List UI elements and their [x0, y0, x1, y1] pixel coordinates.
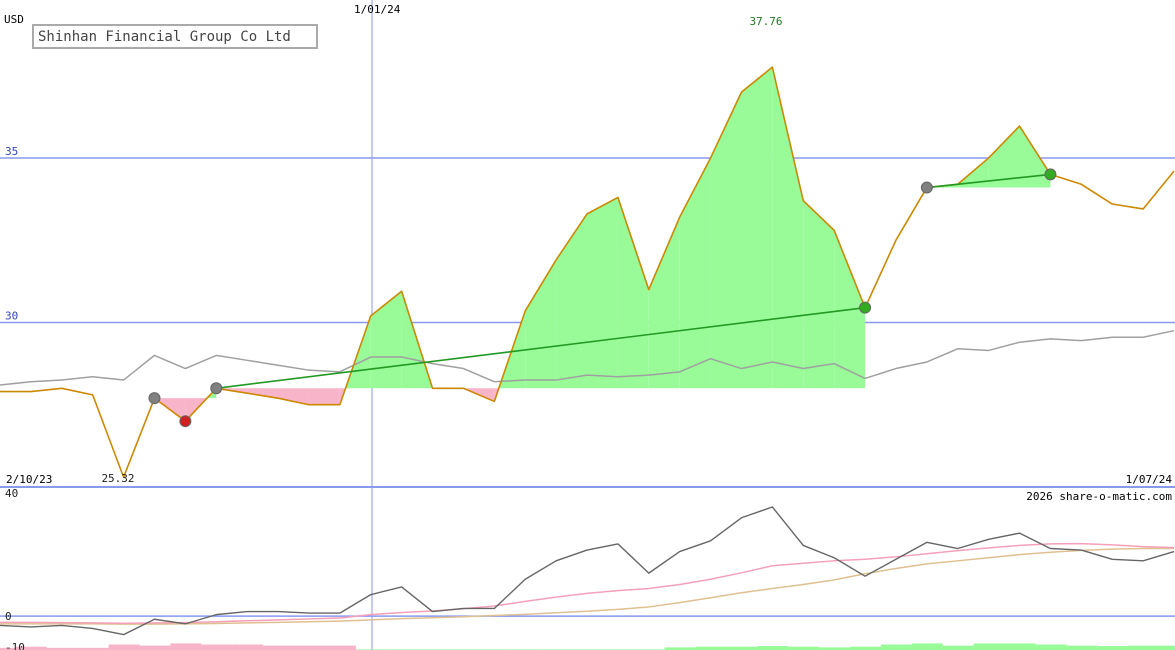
x-mid-label: 1/01/24: [354, 3, 401, 16]
histogram-bar: [1097, 646, 1129, 650]
histogram-bar: [201, 644, 233, 650]
indicator-tick-label: 40: [5, 487, 18, 500]
histogram-bar: [1066, 645, 1098, 650]
performance-area: [308, 388, 340, 405]
neutral-signal-marker: [920, 181, 933, 194]
histogram-bar: [942, 645, 974, 650]
indicator-tick-label: 0: [5, 610, 12, 623]
histogram-bar: [1004, 643, 1036, 650]
indicator-tick-label: -10: [5, 641, 25, 650]
histogram-bar: [973, 643, 1005, 650]
histogram-bar: [293, 645, 325, 650]
histogram-bar: [139, 645, 171, 650]
buy-signal-marker: [1044, 168, 1057, 181]
chart-title: Shinhan Financial Group Co Ltd: [38, 29, 291, 45]
min-price-label: 25.32: [101, 472, 134, 485]
performance-area: [803, 200, 835, 389]
histogram-bar: [263, 645, 295, 650]
performance-area: [1019, 126, 1051, 188]
max-price-label: 37.76: [749, 15, 782, 28]
performance-area: [648, 217, 680, 389]
sell-signal-marker: [179, 415, 192, 428]
performance-area: [525, 259, 557, 389]
long-signal-line: [0, 547, 1174, 625]
price-tick-label: 30: [5, 309, 18, 322]
histogram-bar: [1159, 645, 1175, 650]
histogram-bar: [1128, 645, 1160, 650]
performance-area: [679, 157, 711, 389]
histogram-bar: [324, 645, 356, 650]
x-end-label: 1/07/24: [1126, 473, 1173, 486]
histogram-bar: [757, 646, 789, 650]
currency-label: USD: [4, 13, 24, 26]
performance-area: [587, 197, 618, 389]
performance-area: [772, 67, 804, 389]
performance-area: [617, 197, 649, 389]
histogram-bar: [880, 644, 912, 650]
price-axis-ticks: 30 35: [5, 145, 18, 323]
performance-area: [556, 213, 587, 389]
histogram-bar: [232, 644, 264, 650]
performance-area: [370, 291, 402, 389]
neutral-signal-marker: [210, 382, 223, 395]
x-start-label: 2/10/23: [6, 473, 52, 486]
histogram-bar: [170, 643, 202, 650]
performance-area: [278, 388, 309, 405]
buy-signal-marker: [859, 301, 872, 314]
watermark: 2026 share-o-matic.com: [1026, 490, 1172, 503]
price-chart: USD 1/01/24 2/10/23 1/07/24 2026 share-o…: [0, 0, 1175, 650]
gain-loss-areas: [154, 67, 1051, 422]
performance-area: [741, 67, 773, 389]
price-tick-label: 35: [5, 145, 18, 158]
neutral-signal-marker: [148, 392, 161, 405]
histogram-bar: [1035, 644, 1067, 650]
histogram-bar: [108, 644, 140, 650]
performance-area: [710, 92, 742, 389]
histogram-bar: [911, 643, 943, 650]
